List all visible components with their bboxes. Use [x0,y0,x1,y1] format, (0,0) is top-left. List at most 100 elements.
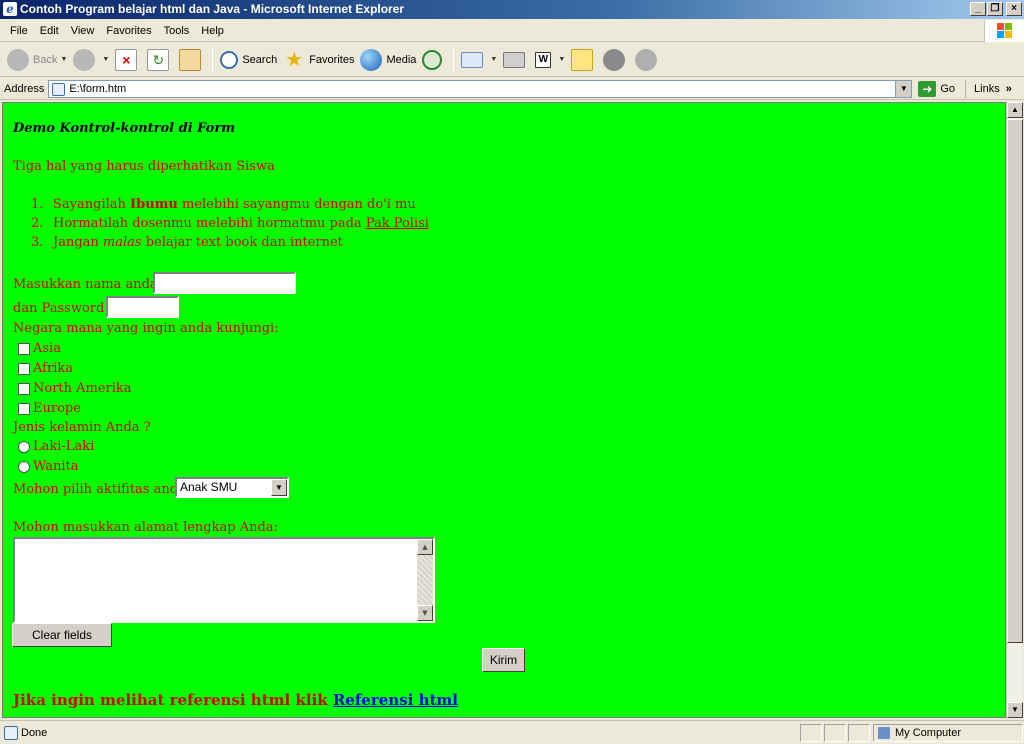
checkbox-afrika-label: Afrika [33,361,73,376]
windows-logo [984,20,1024,42]
radio-laki-laki[interactable] [18,441,30,453]
word-edit-icon: W [535,51,552,68]
password-input[interactable] [106,296,179,318]
address-question: Mohon masukkan alamat lengkap Anda: [13,520,278,535]
ie-logo-icon: e [3,2,17,16]
links-separator [965,79,967,98]
country-question: Negara mana yang ingin anda kunjungi: [13,321,279,336]
status-text: Done [21,726,48,739]
title-bar: e Contoh Program belajar html dan Java -… [0,0,1024,19]
scroll-up-icon[interactable]: ▲ [1007,102,1023,118]
checkbox-europe[interactable] [18,403,30,415]
checkbox-asia[interactable] [18,343,30,355]
tips-list: 1. Sayangilah Ibumu melebihi sayangmu den… [31,197,429,254]
name-label: Masukkan nama anda [13,277,158,292]
favorites-button[interactable]: ★ Favorites [280,46,357,74]
activity-label: Mohon pilih aktifitas anda [13,482,186,497]
back-arrow-icon [7,48,29,71]
security-zone: My Computer [873,724,1023,742]
menu-edit[interactable]: Edit [34,25,65,37]
scroll-down-icon[interactable]: ▼ [1007,702,1023,718]
maximize-button[interactable]: ❐ [987,2,1003,16]
close-button[interactable]: × [1006,2,1022,16]
star-icon: ★ [285,48,304,71]
checkbox-north-amerika[interactable] [18,383,30,395]
activity-select[interactable]: Anak SMU ▼ [175,477,289,498]
media-button[interactable]: Media [357,46,419,74]
back-dropdown-icon[interactable]: ▼ [60,56,67,63]
referensi-html-link[interactable]: Referensi html [333,691,458,709]
forward-dropdown-icon[interactable]: ▼ [102,56,109,63]
mail-button[interactable]: ▼ [458,46,500,74]
print-button[interactable] [500,46,532,74]
radio-wanita-label: Wanita [33,459,79,474]
name-input[interactable] [153,272,296,294]
status-panel [824,724,846,742]
zone-label: My Computer [895,727,962,739]
checkbox-north-amerika-label: North Amerika [33,381,132,396]
history-button[interactable] [419,46,449,74]
page-content: Demo Kontrol-kontrol di Form Tiga hal ya… [2,102,1006,718]
window-controls: _ ❐ × [970,2,1022,16]
menu-tools[interactable]: Tools [158,25,196,37]
footer-text: Jika ingin melihat referensi html klik R… [13,691,458,709]
menu-file[interactable]: File [4,25,34,37]
chevron-down-icon[interactable]: ▼ [271,479,287,496]
refresh-button[interactable]: ↻ [144,46,176,74]
menu-favorites[interactable]: Favorites [100,25,157,37]
forward-button[interactable]: ▼ [70,46,112,74]
radio-wanita[interactable] [18,461,30,473]
history-clock-icon [422,49,443,70]
status-panel [800,724,822,742]
menu-bar: File Edit View Favorites Tools Help [0,20,1024,42]
search-label: Search [242,53,278,66]
checkbox-afrika[interactable] [18,363,30,375]
chevron-right-icon[interactable]: » [1006,83,1012,95]
scroll-down-icon[interactable]: ▼ [417,605,433,621]
stop-icon: × [115,48,138,71]
page-scrollbar[interactable]: ▲ ▼ [1006,102,1023,718]
forward-arrow-icon [73,48,96,71]
status-panel [848,724,870,742]
clear-fields-button[interactable]: Clear fields [12,623,112,647]
checkbox-asia-label: Asia [33,341,61,356]
address-textarea[interactable]: ▲ ▼ [13,537,435,623]
menu-view[interactable]: View [65,25,101,37]
address-input[interactable]: E:\form.htm ▼ [48,79,913,98]
go-label: Go [940,82,956,95]
search-icon [220,50,239,69]
submit-button[interactable]: Kirim [482,648,525,672]
minimize-button[interactable]: _ [970,2,986,16]
home-icon [179,48,202,71]
edit-button[interactable]: W ▼ [532,46,568,74]
research-button[interactable] [600,46,632,74]
address-dropdown-icon[interactable]: ▼ [895,80,912,97]
scroll-up-icon[interactable]: ▲ [417,539,433,555]
window-title: Contoh Program belajar html dan Java - M… [20,2,405,16]
links-button[interactable]: Links [974,83,1000,95]
mail-icon [461,51,484,68]
refresh-icon: ↻ [147,48,170,71]
toolbar-separator [212,47,214,72]
textarea-scrollbar[interactable]: ▲ ▼ [417,539,433,621]
favorites-label: Favorites [309,53,355,66]
mail-dropdown-icon[interactable]: ▼ [490,56,497,63]
media-label: Media [386,53,417,66]
printer-icon [503,51,526,68]
page-heading: Demo Kontrol-kontrol di Form [13,121,235,136]
go-button[interactable]: ➜ Go [918,80,956,97]
toolbar-separator [453,47,455,72]
note-icon [571,48,594,71]
menu-help[interactable]: Help [195,25,230,37]
stop-button[interactable]: × [112,46,144,74]
pak-polisi-link[interactable]: Pak Polisi [366,216,429,231]
search-button[interactable]: Search [217,46,280,74]
address-bar: Address E:\form.htm ▼ ➜ Go Links » [0,78,1024,100]
scrollbar-thumb[interactable] [1007,119,1023,643]
back-button[interactable]: Back ▼ [4,46,70,74]
messenger-button[interactable] [632,46,664,74]
research-icon [603,48,626,71]
edit-dropdown-icon[interactable]: ▼ [558,56,565,63]
home-button[interactable] [176,46,208,74]
discuss-button[interactable] [568,46,600,74]
